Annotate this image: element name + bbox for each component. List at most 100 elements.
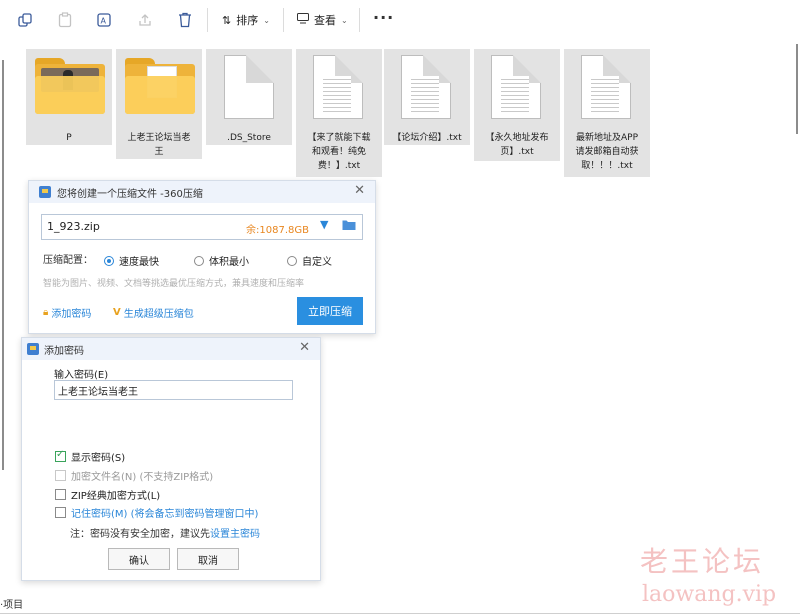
zip-app-icon — [27, 343, 39, 355]
radio-label: 体积最小 — [209, 257, 249, 268]
radio-unselected-icon — [194, 255, 204, 266]
password-value[interactable]: 上老王论坛当老王 — [58, 383, 138, 398]
checkbox-label: 加密文件名(N) (不支持ZIP格式) — [71, 472, 214, 483]
folder-icon — [125, 58, 195, 114]
password-dialog: 添加密码 ✕ 输入密码(E) 上老王论坛当老王 显示密码(S) 加密文件名(N)… — [21, 337, 321, 581]
paste-icon[interactable] — [55, 10, 75, 30]
status-divider — [0, 613, 800, 614]
file-name-line: 王 — [116, 145, 202, 159]
config-label: 压缩配置： — [43, 255, 93, 266]
sort-icon: ⇅ — [222, 13, 232, 27]
ok-button[interactable]: 确认 — [108, 548, 170, 570]
explorer-toolbar: A ⇅ 排序 ⌄ 查看 ⌄ ··· — [0, 0, 800, 40]
view-button[interactable]: 查看 ⌄ — [297, 10, 348, 30]
dialog-titlebar: 您将创建一个压缩文件 -360压缩 ✕ — [29, 181, 375, 203]
delete-icon[interactable] — [175, 10, 195, 30]
file-name-line: 【永久地址发布 — [485, 133, 549, 143]
file-name-line: 页】.txt — [500, 147, 534, 157]
checkbox-unchecked-icon — [55, 507, 66, 518]
checkbox-label: 记住密码(M) (将会备忘到密码管理窗口中) — [71, 509, 259, 520]
cancel-button[interactable]: 取消 — [177, 548, 239, 570]
radio-label: 速度最快 — [119, 257, 159, 268]
status-bar-text: ·项目 — [0, 600, 24, 611]
file-name-line: 取！！！.txt — [581, 161, 633, 171]
add-password-label: 添加密码 — [51, 309, 92, 320]
file-name-line: 最新地址及APP — [575, 133, 638, 143]
add-password-link[interactable]: 🔒︎ 添加密码 — [43, 305, 91, 320]
chevron-down-icon: ⌄ — [341, 15, 348, 25]
password-input[interactable]: 上老王论坛当老王 — [54, 380, 293, 400]
radio-size[interactable]: 体积最小 — [194, 253, 249, 268]
compression-hint: 智能为图片、视频、文档等挑选最优压缩方式，兼具速度和压缩率 — [43, 279, 305, 289]
radio-custom[interactable]: 自定义 — [287, 253, 332, 268]
file-name-line: 【来了就能下载 — [307, 133, 371, 143]
file-name: .DS_Store — [227, 133, 271, 143]
more-options-button[interactable]: ··· — [373, 8, 394, 27]
dialog-titlebar: 添加密码 ✕ — [22, 338, 320, 360]
archive-path-field[interactable]: 1_923.zip 余:1087.8GB ▼ — [41, 214, 363, 240]
radio-selected-icon — [104, 255, 114, 266]
radio-speed[interactable]: 速度最快 — [104, 253, 159, 268]
file-item-folder-laowang[interactable]: 上老王论坛当老 王 — [116, 49, 202, 159]
note-text: 注：密码没有安全加密，建议先 — [70, 529, 210, 540]
file-item-ds-store[interactable]: .DS_Store — [206, 49, 292, 145]
text-file-icon — [313, 55, 363, 119]
checkbox-unchecked-icon — [55, 470, 66, 481]
file-name-line: 和观看！纯免 — [311, 147, 366, 157]
v-badge-icon: V — [113, 307, 121, 318]
compress-now-button[interactable]: 立即压缩 — [297, 297, 363, 325]
close-icon[interactable]: ✕ — [299, 340, 310, 355]
dialog-title: 您将创建一个压缩文件 -360压缩 — [57, 189, 203, 200]
share-icon[interactable] — [135, 10, 155, 30]
folder-icon — [35, 58, 105, 114]
sort-button[interactable]: ⇅ 排序 ⌄ — [222, 10, 270, 30]
rename-icon[interactable]: A — [95, 10, 115, 30]
watermark-url: laowang.vip — [642, 582, 777, 607]
file-name-line: 费！】.txt — [317, 161, 361, 171]
archive-filename[interactable]: 1_923.zip — [47, 220, 100, 233]
file-item-txt-intro[interactable]: 【论坛介绍】.txt — [384, 49, 470, 145]
zip-app-icon — [39, 186, 51, 198]
dropdown-arrow-icon[interactable]: ▼ — [320, 218, 328, 231]
password-input-label: 输入密码(E) — [54, 370, 109, 381]
monitor-icon — [297, 13, 309, 27]
sort-label: 排序 — [236, 14, 259, 27]
chevron-down-icon: ⌄ — [263, 15, 270, 25]
right-scrollbar[interactable] — [796, 44, 798, 134]
set-master-password-link[interactable]: 设置主密码 — [210, 529, 260, 540]
file-icon — [224, 55, 274, 119]
file-item-txt-app[interactable]: 最新地址及APP 请发邮箱自动获 取！！！.txt — [564, 49, 650, 177]
encrypt-filenames-checkbox[interactable]: 加密文件名(N) (不支持ZIP格式) — [55, 468, 213, 483]
show-password-checkbox[interactable]: 显示密码(S) — [55, 449, 125, 464]
file-name-line: 上老王论坛当老 — [127, 133, 191, 143]
security-note: 注：密码没有安全加密，建议先设置主密码 — [70, 525, 260, 540]
text-file-icon — [491, 55, 541, 119]
text-file-icon — [401, 55, 451, 119]
checkbox-label: 显示密码(S) — [71, 453, 126, 464]
file-item-txt-download[interactable]: 【来了就能下载 和观看！纯免 费！】.txt — [296, 49, 382, 177]
compress-dialog: 您将创建一个压缩文件 -360压缩 ✕ 1_923.zip 余:1087.8GB… — [28, 180, 376, 334]
browse-folder-icon[interactable] — [342, 219, 356, 233]
zip-classic-checkbox[interactable]: ZIP经典加密方式(L) — [55, 487, 160, 502]
super-pack-link[interactable]: V 生成超级压缩包 — [113, 305, 194, 320]
file-name-line: 请发邮箱自动获 — [575, 147, 639, 157]
copy-icon[interactable] — [15, 10, 35, 30]
left-scrollbar[interactable] — [2, 60, 4, 470]
close-icon[interactable]: ✕ — [354, 183, 365, 198]
file-name: 【论坛介绍】.txt — [392, 133, 462, 143]
radio-label: 自定义 — [302, 257, 332, 268]
file-item-txt-address[interactable]: 【永久地址发布 页】.txt — [474, 49, 560, 161]
svg-text:A: A — [101, 17, 107, 26]
checkbox-checked-icon — [55, 449, 66, 462]
remember-password-checkbox[interactable]: 记住密码(M) (将会备忘到密码管理窗口中) — [55, 505, 258, 520]
dialog-title: 添加密码 — [44, 346, 84, 357]
watermark-text: 老王论坛 — [640, 545, 765, 578]
radio-unselected-icon — [287, 255, 297, 266]
lock-icon: 🔒︎ — [43, 307, 49, 318]
view-label: 查看 — [314, 14, 336, 27]
file-item-folder-p[interactable]: P — [26, 49, 112, 145]
checkbox-unchecked-icon — [55, 489, 66, 500]
super-pack-label: 生成超级压缩包 — [123, 309, 194, 320]
text-file-icon — [581, 55, 631, 119]
file-name: P — [66, 133, 72, 143]
